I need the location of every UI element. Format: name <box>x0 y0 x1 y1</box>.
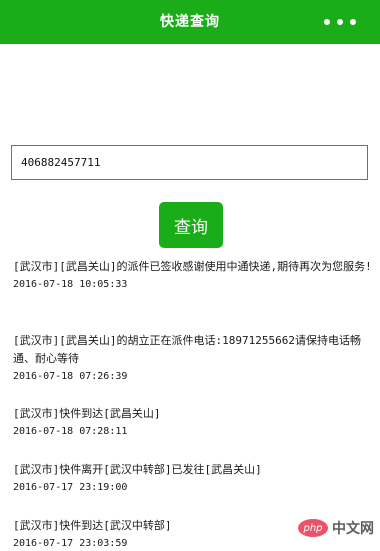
query-button[interactable]: 查询 <box>159 202 223 248</box>
dot <box>350 19 356 25</box>
result-time: 2016-07-17 23:19:00 <box>13 482 128 493</box>
watermark: php 中文网 <box>298 518 374 538</box>
list-item: [武汉市][武昌关山]的派件已签收感谢使用中通快递,期待再次为您服务! 2016… <box>13 258 373 292</box>
list-item: [武汉市][武昌关山]的胡立正在派件电话:18971255662请保持电话畅通、… <box>13 332 373 384</box>
php-logo-icon: php <box>298 519 328 537</box>
result-time: 2016-07-17 23:03:59 <box>13 538 128 549</box>
result-time: 2016-07-18 07:26:39 <box>13 371 128 382</box>
result-message: [武汉市][武昌关山]的派件已签收感谢使用中通快递,期待再次为您服务! <box>13 260 372 273</box>
result-time: 2016-07-18 07:28:11 <box>13 426 128 437</box>
page-title: 快递查询 <box>160 14 220 30</box>
list-item: [武汉市]快件离开[武汉中转部]已发往[武昌关山] 2016-07-17 23:… <box>13 461 373 495</box>
watermark-text: 中文网 <box>332 521 374 537</box>
tracking-number-input[interactable] <box>12 146 367 179</box>
more-dots-icon[interactable] <box>324 19 356 25</box>
app-header: 快递查询 <box>0 0 380 44</box>
dot <box>324 19 330 25</box>
result-time: 2016-07-18 10:05:33 <box>13 279 128 290</box>
dot <box>337 19 343 25</box>
result-message: [武汉市]快件到达[武昌关山] <box>13 407 161 420</box>
result-message: [武汉市]快件离开[武汉中转部]已发往[武昌关山] <box>13 463 262 476</box>
result-message: [武汉市][武昌关山]的胡立正在派件电话:18971255662请保持电话畅通、… <box>13 334 361 365</box>
list-item: [武汉市]快件到达[武昌关山] 2016-07-18 07:28:11 <box>13 405 373 439</box>
tracking-input-container <box>11 145 368 180</box>
